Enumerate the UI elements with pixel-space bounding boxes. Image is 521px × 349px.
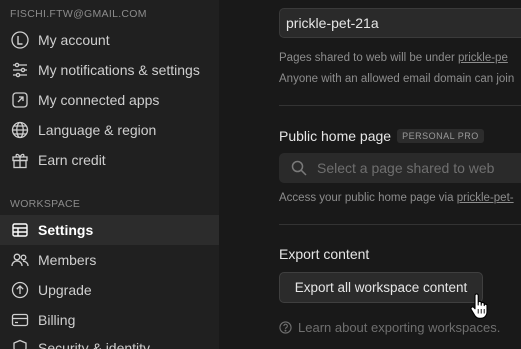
export-content-title: Export content: [279, 246, 370, 262]
sidebar-item-label: My notifications & settings: [38, 62, 200, 78]
settings-sidebar: FISCHI.FTW@GMAIL.COM My account My notif…: [0, 0, 219, 349]
search-icon: [291, 160, 307, 176]
account-email: FISCHI.FTW@GMAIL.COM: [10, 8, 147, 20]
arrow-up-circle-icon: [10, 281, 29, 300]
public-home-search-input[interactable]: Select a page shared to web: [279, 153, 521, 183]
sidebar-item-label: Earn credit: [38, 152, 106, 168]
sidebar-item-label: My account: [38, 32, 110, 48]
sidebar-item-notifications[interactable]: My notifications & settings: [0, 55, 219, 85]
section-divider: [279, 105, 521, 106]
sidebar-item-label: My connected apps: [38, 92, 160, 108]
hand-cursor-icon: [470, 293, 488, 319]
sidebar-item-security[interactable]: Security & identity: [0, 333, 219, 349]
sliders-icon: [10, 61, 29, 80]
domain-input[interactable]: prickle-pet-21a: [279, 8, 521, 38]
avatar-l-icon: [10, 31, 29, 50]
domain-help-line-2: Anyone with an allowed email domain can …: [279, 73, 515, 85]
grid-icon: [10, 221, 29, 240]
help-circle-icon: [279, 321, 292, 334]
sidebar-item-label: Billing: [38, 312, 76, 328]
globe-icon: [10, 121, 29, 140]
section-divider: [279, 224, 521, 225]
public-home-title: Public home page PERSONAL PRO: [279, 128, 484, 144]
sidebar-item-label: Members: [38, 252, 97, 268]
search-placeholder: Select a page shared to web: [317, 160, 495, 176]
domain-link[interactable]: prickle-pe: [458, 52, 508, 64]
sidebar-item-earn-credit[interactable]: Earn credit: [0, 145, 219, 175]
external-link-icon: [10, 91, 29, 110]
people-icon: [10, 251, 29, 270]
sidebar-item-settings[interactable]: Settings: [0, 215, 219, 245]
public-home-link[interactable]: prickle-pet-: [457, 192, 514, 204]
sidebar-item-upgrade[interactable]: Upgrade: [0, 275, 219, 305]
export-all-button[interactable]: Export all workspace content: [279, 272, 483, 303]
sidebar-item-my-account[interactable]: My account: [0, 25, 219, 55]
sidebar-item-billing[interactable]: Billing: [0, 305, 219, 335]
gift-icon: [10, 151, 29, 170]
domain-help-line-1: Pages shared to web will be under prickl…: [279, 52, 508, 64]
sidebar-item-label: Upgrade: [38, 282, 92, 298]
sidebar-item-language-region[interactable]: Language & region: [0, 115, 219, 145]
credit-card-icon: [10, 311, 29, 330]
learn-exporting-text: Learn about exporting workspaces.: [298, 320, 501, 335]
sidebar-item-label: Language & region: [38, 122, 157, 138]
public-home-help: Access your public home page via prickle…: [279, 192, 514, 204]
learn-exporting-link[interactable]: Learn about exporting workspaces.: [279, 320, 500, 335]
sidebar-item-connected-apps[interactable]: My connected apps: [0, 85, 219, 115]
workspace-section-label: WORKSPACE: [10, 198, 81, 210]
sidebar-item-label: Settings: [38, 222, 94, 238]
shield-icon: [10, 339, 29, 349]
sidebar-item-members[interactable]: Members: [0, 245, 219, 275]
plan-badge: PERSONAL PRO: [397, 129, 484, 143]
sidebar-item-label: Security & identity: [38, 340, 151, 349]
